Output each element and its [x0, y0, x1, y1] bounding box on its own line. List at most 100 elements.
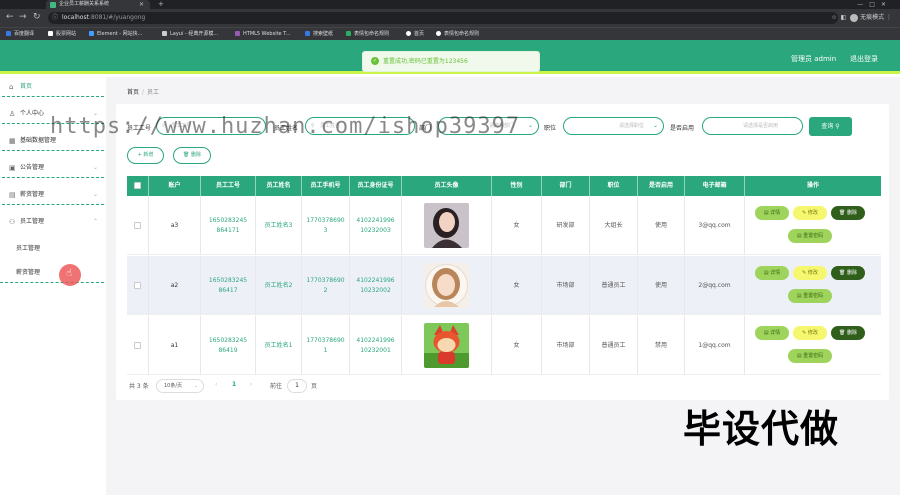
- doc-icon: ▤: [796, 353, 802, 359]
- enabled-placeholder: 请选择是否启用: [743, 123, 779, 129]
- detail-button[interactable]: ▤ 详情: [755, 266, 789, 280]
- doc-icon: ▤: [763, 210, 769, 216]
- doc-icon: ▤: [796, 293, 802, 299]
- goto-page-input[interactable]: 1: [287, 379, 307, 393]
- column-header[interactable]: 部门: [542, 176, 590, 196]
- column-header[interactable]: 操作: [745, 176, 881, 196]
- extensions-icon[interactable]: ◧: [841, 14, 847, 21]
- address-bar[interactable]: ⓘ localhost:8081/#/yuangong: [48, 12, 838, 24]
- bookmark-icon: [89, 31, 94, 36]
- column-header[interactable]: 职位: [590, 176, 638, 196]
- sidebar-item-label: 薪资管理: [20, 191, 45, 198]
- row-checkbox[interactable]: [134, 222, 141, 229]
- row-select-cell: [127, 196, 149, 255]
- email-cell: 3@qq.com: [685, 196, 745, 255]
- sidebar-item-salary[interactable]: ▤ 薪资管理 ⌄: [2, 185, 104, 205]
- user-icon: ♙: [9, 110, 16, 118]
- row-checkbox[interactable]: [134, 282, 141, 289]
- column-header[interactable]: 员工身份证号: [350, 176, 402, 196]
- enabled-select[interactable]: 请选择是否启用: [702, 117, 803, 135]
- name-cell: 员工姓名1: [256, 316, 302, 375]
- column-header[interactable]: 是否启用: [638, 176, 685, 196]
- goto-label: 前往: [270, 383, 283, 390]
- position-cell: 大组长: [590, 196, 638, 255]
- page-suffix: 页: [311, 383, 318, 390]
- profile-label: 无痕模式: [860, 14, 885, 21]
- chevron-down-icon: ⌄: [652, 122, 658, 129]
- actions-cell: [745, 256, 881, 315]
- sidebar-item-employee[interactable]: ⚇ 员工管理 ⌃: [2, 212, 104, 232]
- back-icon[interactable]: ←: [6, 13, 14, 22]
- chevron-down-icon: ⌄: [92, 191, 98, 198]
- reset-password-button[interactable]: ▤ 重置密码: [788, 289, 832, 303]
- reset-password-button[interactable]: ▤ 重置密码: [788, 349, 832, 363]
- submenu-employee-manage[interactable]: 员工管理: [16, 243, 40, 252]
- grid-icon: ▦: [9, 137, 16, 145]
- hand-cursor-icon: ☝: [66, 268, 73, 279]
- tab-close-icon[interactable]: ✕: [139, 0, 144, 9]
- delete-button[interactable]: 🗑 删除: [831, 326, 865, 340]
- profile-area[interactable]: ☆ ◧ 无痕模式 ⋮: [831, 13, 892, 22]
- chevron-down-icon: ⌄: [193, 383, 198, 389]
- success-toast: ✓ 重置成功,密码已重置为123456: [362, 51, 540, 72]
- id-card-cell: 4102241996 10232003: [350, 196, 402, 255]
- page-number-current[interactable]: 1: [232, 381, 236, 388]
- batch-delete-button[interactable]: 🗑 删除: [173, 147, 211, 164]
- sidebar-item-notice[interactable]: ▣ 公告管理 ⌄: [2, 158, 104, 178]
- browser-tab[interactable]: 企业员工薪酬关系系统: [46, 0, 150, 9]
- select-all-checkbox[interactable]: [134, 182, 141, 189]
- doc-icon: ▤: [763, 330, 769, 336]
- chevron-down-icon: ⌄: [527, 122, 533, 129]
- submenu-salary-manage[interactable]: 薪资管理: [16, 267, 40, 276]
- emp-no-cell: 1650283245 86419: [201, 316, 256, 375]
- column-header[interactable]: 账户: [149, 176, 201, 196]
- actions-cell: [745, 196, 881, 255]
- detail-button[interactable]: ▤ 详情: [755, 326, 789, 340]
- dept-cell: 研发部: [542, 196, 590, 255]
- detail-button[interactable]: ▤ 详情: [755, 206, 789, 220]
- page-size-select[interactable]: 10条/页 ⌄: [156, 379, 204, 393]
- delete-button[interactable]: 🗑 删除: [831, 206, 865, 220]
- prev-page-icon[interactable]: ‹: [215, 381, 217, 388]
- column-header[interactable]: 员工姓名: [256, 176, 302, 196]
- reload-icon[interactable]: ↻: [33, 13, 41, 22]
- column-header[interactable]: 员工工号: [201, 176, 256, 196]
- position-select[interactable]: 请选择职位 ⌄: [563, 117, 664, 135]
- sidebar-item-label: 员工管理: [20, 218, 45, 225]
- row-checkbox[interactable]: [134, 342, 141, 349]
- search-button[interactable]: 查询 ⚲: [809, 117, 852, 136]
- star-icon[interactable]: ☆: [831, 14, 836, 21]
- column-header[interactable]: 性别: [492, 176, 542, 196]
- chevron-down-icon: ⌄: [92, 164, 98, 171]
- phone-cell: 1770378690 1: [302, 316, 350, 375]
- doc-icon: ▤: [796, 233, 802, 239]
- doc-icon: ▤: [763, 270, 769, 276]
- delete-button[interactable]: 🗑 删除: [831, 266, 865, 280]
- account-cell: a1: [149, 316, 201, 375]
- reset-password-button[interactable]: ▤ 重置密码: [788, 229, 832, 243]
- column-header[interactable]: 员工手机号: [302, 176, 350, 196]
- sidebar-item-home[interactable]: ⌂ 首页: [2, 77, 104, 97]
- name-cell: 员工姓名3: [256, 196, 302, 255]
- edit-button[interactable]: ✎ 修改: [793, 206, 827, 220]
- edit-button[interactable]: ✎ 修改: [793, 326, 827, 340]
- pagination-total: 共 3 条: [129, 383, 149, 390]
- table-row: a3 1650283245 864171 员工姓名3 1770378690 3 …: [127, 196, 881, 255]
- edit-button[interactable]: ✎ 修改: [793, 266, 827, 280]
- add-button[interactable]: + 新增: [127, 147, 164, 164]
- site-info-icon[interactable]: ⓘ: [52, 12, 58, 24]
- window-controls[interactable]: —□✕: [857, 0, 892, 9]
- enabled-label: 是否启用: [670, 125, 695, 132]
- next-page-icon[interactable]: ›: [250, 381, 252, 388]
- breadcrumb-home[interactable]: 首页: [127, 89, 139, 96]
- column-header[interactable]: 员工头像: [402, 176, 492, 196]
- trash-icon: 🗑: [839, 210, 846, 216]
- column-header[interactable]: 电子邮箱: [685, 176, 745, 196]
- team-icon: ⚇: [9, 218, 16, 226]
- profile-avatar[interactable]: [850, 13, 859, 22]
- bookmark-icon: [346, 31, 351, 36]
- forward-icon[interactable]: →: [19, 13, 27, 22]
- logout-button[interactable]: 退出登录: [850, 54, 878, 64]
- gender-cell: 女: [492, 316, 542, 375]
- new-tab-icon[interactable]: +: [158, 0, 164, 9]
